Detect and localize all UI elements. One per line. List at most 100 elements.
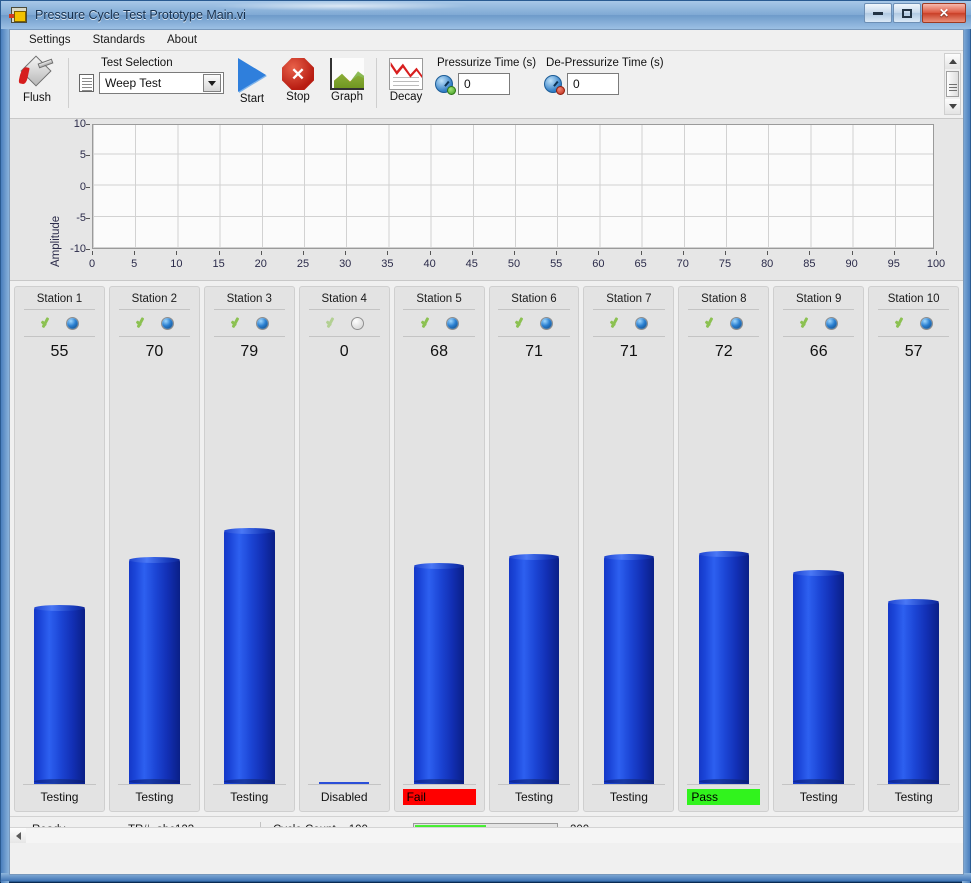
chart-y-tick-mark — [86, 155, 90, 157]
chart-x-tick: 30 — [339, 258, 352, 270]
toolbar-scrollbar[interactable] — [944, 53, 961, 115]
maximize-button[interactable] — [893, 3, 921, 23]
station-panel[interactable]: Station 7 71 Testing — [583, 286, 675, 812]
station-panel[interactable]: Station 2 70 Testing — [108, 286, 200, 812]
station-title: Station 10 — [887, 293, 940, 305]
depressurize-time-input[interactable]: 0 — [567, 73, 620, 95]
status-led-icon[interactable] — [350, 316, 364, 330]
status-led-icon[interactable] — [730, 316, 744, 330]
station-indicators — [609, 310, 649, 336]
station-bar-area — [682, 361, 765, 785]
station-panel[interactable]: Station 9 66 Testing — [773, 286, 865, 812]
pressurize-time-input[interactable]: 0 — [458, 73, 510, 95]
chart-x-tick: 55 — [550, 258, 563, 270]
station-bar-area — [18, 361, 101, 784]
chart-x-tick: 50 — [507, 258, 521, 270]
station-panel[interactable]: Station 6 71 Testing — [488, 286, 580, 812]
horizontal-scrollbar[interactable] — [10, 827, 963, 843]
check-icon[interactable] — [799, 316, 813, 330]
title-bar[interactable]: Pressure Cycle Test Prototype Main.vi ✕ — [1, 1, 971, 29]
check-icon[interactable] — [704, 316, 718, 330]
chart-x-tick: 80 — [761, 258, 774, 270]
scroll-up-button[interactable] — [945, 54, 960, 69]
chart-x-tick-mark — [725, 251, 726, 255]
status-led-icon[interactable] — [920, 316, 934, 330]
chart-plot-area[interactable] — [92, 124, 934, 249]
chart-x-tick-mark — [260, 251, 262, 255]
station-status-badge: Testing — [230, 790, 269, 804]
title-bar-highlight — [211, 1, 471, 11]
status-led-icon[interactable] — [445, 316, 459, 330]
chart-x-tick-mark — [893, 251, 895, 255]
station-bar-area — [872, 361, 955, 785]
check-icon[interactable] — [230, 316, 244, 330]
station-panel[interactable]: Station 8 72 Pass — [678, 286, 770, 812]
station-footer-divider — [782, 784, 856, 785]
status-led-icon[interactable] — [540, 316, 554, 330]
menu-item-settings[interactable]: Settings — [20, 32, 80, 48]
chart-x-tick-mark — [851, 251, 853, 255]
check-icon[interactable] — [325, 316, 339, 330]
chart-x-tick: 5 — [131, 258, 138, 270]
chart-x-tick: 85 — [803, 258, 816, 270]
station-status-badge: Testing — [799, 790, 838, 804]
station-panel[interactable]: Station 10 57 Testing — [868, 286, 960, 812]
check-icon[interactable] — [40, 316, 54, 330]
station-value: 68 — [430, 343, 448, 360]
scroll-down-button[interactable] — [945, 99, 960, 114]
decay-label: Decay — [389, 91, 423, 103]
chart-x-tick-mark — [514, 251, 515, 255]
station-status-badge: Fail — [402, 789, 476, 805]
decay-button[interactable]: Decay — [381, 55, 431, 115]
start-button[interactable]: Start — [230, 55, 274, 115]
chart-x-tick: 35 — [381, 258, 394, 270]
station-panel[interactable]: Station 4 0 Disabled — [298, 286, 390, 812]
menu-item-standards[interactable]: Standards — [84, 32, 154, 48]
scroll-left-button[interactable] — [10, 828, 26, 843]
chart-x-tick: 95 — [887, 258, 900, 270]
graph-button[interactable]: Graph — [322, 55, 372, 115]
station-bar — [129, 557, 180, 784]
chevron-down-icon[interactable] — [203, 74, 221, 92]
check-icon[interactable] — [135, 316, 149, 330]
check-icon[interactable] — [514, 316, 528, 330]
menu-item-about[interactable]: About — [158, 32, 206, 48]
station-value: 79 — [240, 343, 259, 360]
pressurize-time-label: Pressurize Time (s) — [437, 57, 537, 69]
chart-x-tick: 60 — [592, 258, 605, 270]
check-icon[interactable] — [609, 316, 623, 330]
station-panel[interactable]: Station 3 79 Testing — [203, 286, 295, 812]
test-selection-dropdown[interactable]: Weep Test — [99, 72, 224, 94]
station-bar-area — [777, 361, 860, 785]
flush-button[interactable]: Flush — [10, 55, 64, 115]
status-led-icon[interactable] — [635, 316, 649, 330]
chart-y-axis-label: Amplitude — [50, 215, 62, 267]
station-panel[interactable]: Station 5 68 Fail — [393, 286, 485, 812]
chart-x-tick-mark — [345, 251, 347, 255]
close-button[interactable]: ✕ — [922, 3, 966, 23]
status-led-icon[interactable] — [255, 316, 269, 330]
status-led-icon[interactable] — [160, 316, 174, 330]
minimize-button[interactable] — [864, 3, 892, 23]
station-indicators — [514, 310, 554, 336]
station-value: 55 — [50, 343, 69, 360]
station-title: Station 6 — [511, 293, 557, 305]
chart-x-tick: 90 — [845, 258, 858, 270]
horizontal-scroll-track[interactable] — [26, 828, 963, 843]
scrollbar-thumb[interactable] — [946, 71, 959, 97]
station-panel[interactable]: Station 1 55 Testing — [14, 286, 105, 812]
station-indicators — [230, 310, 269, 336]
chart-y-tick: 10 — [73, 118, 86, 130]
clock-go-icon — [435, 75, 456, 95]
check-icon[interactable] — [420, 316, 434, 330]
station-footer-divider — [877, 784, 951, 785]
station-value: 66 — [809, 343, 828, 360]
status-led-icon[interactable] — [825, 316, 839, 330]
amplitude-chart[interactable]: Amplitude 10 5 0 -5 -10 0 5 10 15 20 25 30 35 40 45 50… — [10, 118, 963, 281]
test-selection-value: Weep Test — [105, 76, 162, 90]
chart-y-tick: -10 — [70, 243, 86, 255]
stop-button[interactable]: ✕ Stop — [274, 55, 322, 115]
status-led-icon[interactable] — [65, 316, 79, 330]
check-icon[interactable] — [894, 316, 908, 330]
chart-x-axis-ticks: 0 5 10 15 20 25 30 35 40 45 50 55 60 65 70 75 80 85 90 95 10… — [89, 251, 945, 273]
